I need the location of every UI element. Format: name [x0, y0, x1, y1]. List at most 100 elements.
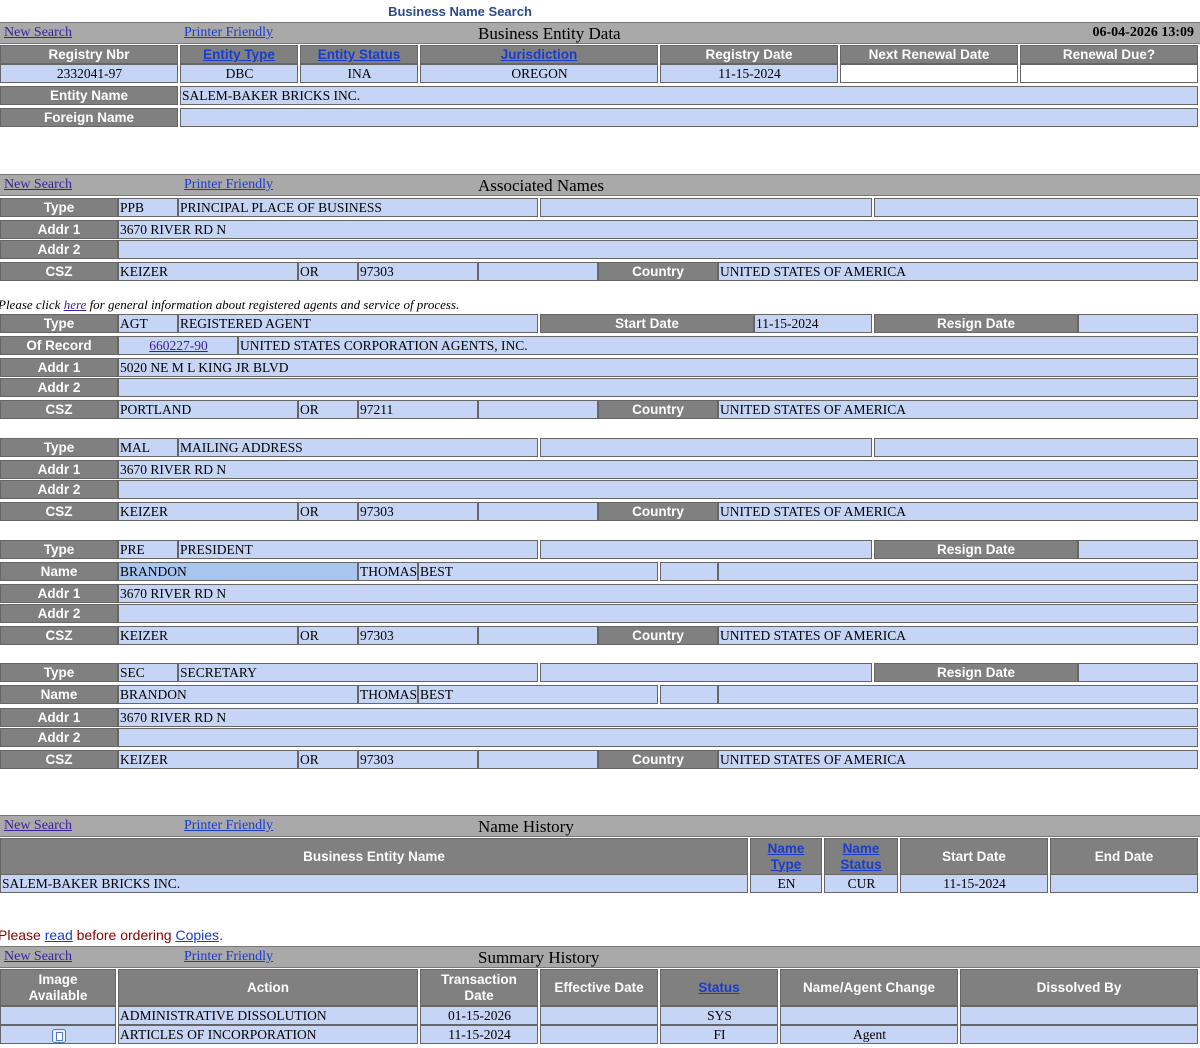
addr2	[118, 240, 1198, 259]
jurisdiction-header[interactable]: Jurisdiction	[420, 45, 658, 64]
status: FI	[660, 1025, 778, 1044]
transaction-date: 01-15-2026	[420, 1006, 538, 1025]
agent-info-here-link[interactable]: here	[64, 297, 87, 312]
last-name: BEST	[418, 685, 658, 704]
suffix	[660, 562, 718, 581]
name-type-code: SEC	[118, 663, 178, 682]
name-type-header[interactable]: Name Type	[750, 838, 822, 875]
country-label: Country	[598, 502, 718, 521]
resign-date	[1078, 663, 1198, 682]
image-available[interactable]	[0, 1025, 116, 1044]
name-type-code: PRE	[118, 540, 178, 559]
history-end-date	[1050, 874, 1198, 893]
copies-link[interactable]: Copies	[175, 927, 219, 943]
last-name: BEST	[418, 562, 658, 581]
printer-friendly-link[interactable]: Printer Friendly	[184, 949, 273, 965]
addr2-label: Addr 2	[0, 480, 118, 499]
name-status-header[interactable]: Name Status	[824, 838, 898, 875]
name-history-header-row: Business Entity Name Name Type Name Status…	[0, 838, 1200, 876]
agent-record-link[interactable]: 660227-90	[149, 338, 208, 353]
section-title: Summary History	[478, 948, 600, 967]
addr2	[118, 480, 1198, 499]
timestamp: 06-04-2026 13:09	[1092, 25, 1195, 40]
printer-friendly-link[interactable]: Printer Friendly	[184, 25, 273, 41]
empty-cell	[874, 198, 1198, 217]
read-link[interactable]: read	[45, 927, 73, 943]
csz-label: CSZ	[0, 400, 118, 419]
new-search-link[interactable]: New Search	[4, 949, 72, 965]
new-search-link[interactable]: New Search	[4, 818, 72, 834]
addr2-label: Addr 2	[0, 604, 118, 623]
addr1-label: Addr 1	[0, 584, 118, 603]
entity-type-header[interactable]: Entity Type	[180, 45, 298, 64]
business-name-search-link[interactable]: Business Name Search	[0, 4, 920, 19]
csz-label: CSZ	[0, 502, 118, 521]
country-label: Country	[598, 400, 718, 419]
summary-history-bar: New Search Printer Friendly Summary Hist…	[0, 946, 1200, 968]
middle-name: THOMAS	[358, 562, 418, 581]
registry-nbr: 2332041-97	[0, 64, 178, 83]
transaction-date-header: Transaction Date	[420, 969, 538, 1006]
start-date-header: Start Date	[900, 838, 1048, 875]
new-search-link[interactable]: New Search	[4, 25, 72, 41]
resign-date	[1078, 540, 1198, 559]
addr1: 3670 RIVER RD N	[118, 460, 1198, 479]
jurisdiction: OREGON	[420, 64, 658, 83]
state: OR	[298, 400, 358, 419]
state: OR	[298, 262, 358, 281]
zip: 97303	[358, 626, 478, 645]
addr1: 3670 RIVER RD N	[118, 584, 1198, 603]
zip: 97303	[358, 502, 478, 521]
empty-cell	[478, 262, 598, 281]
state: OR	[298, 626, 358, 645]
empty-cell	[718, 562, 1198, 581]
type-label: Type	[0, 438, 118, 457]
entity-status-header[interactable]: Entity Status	[300, 45, 418, 64]
addr2-label: Addr 2	[0, 240, 118, 259]
section-title: Business Entity Data	[478, 24, 621, 43]
status: SYS	[660, 1006, 778, 1025]
status-header[interactable]: Status	[660, 969, 778, 1006]
printer-friendly-link[interactable]: Printer Friendly	[184, 818, 273, 834]
name-agent-change	[780, 1006, 958, 1025]
empty-cell	[478, 626, 598, 645]
entity-header-row: Registry Nbr Entity Type Entity Status J…	[0, 45, 1200, 65]
resign-date-label: Resign Date	[874, 663, 1078, 682]
middle-name: THOMAS	[358, 685, 418, 704]
city: KEIZER	[118, 626, 298, 645]
addr1-label: Addr 1	[0, 220, 118, 239]
zip: 97303	[358, 262, 478, 281]
name-agent-change-header: Name/Agent Change	[780, 969, 958, 1006]
addr2	[118, 378, 1198, 397]
effective-date-header: Effective Date	[540, 969, 658, 1006]
document-icon[interactable]	[51, 1028, 66, 1043]
registry-date: 11-15-2024	[660, 64, 838, 83]
pre-type-row: Type PRE PRESIDENT Resign Date	[0, 540, 1200, 560]
name-history-bar: New Search Printer Friendly Name History	[0, 815, 1200, 837]
new-search-link[interactable]: New Search	[4, 177, 72, 193]
addr1-label: Addr 1	[0, 358, 118, 377]
name-type-desc: PRINCIPAL PLACE OF BUSINESS	[178, 198, 538, 217]
empty-cell	[540, 540, 872, 559]
renewal-due	[1020, 64, 1198, 83]
agent-record-nbr[interactable]: 660227-90	[118, 336, 238, 355]
name-label: Name	[0, 562, 118, 581]
state: OR	[298, 502, 358, 521]
empty-cell	[540, 663, 872, 682]
entity-data-bar: New Search Printer Friendly Business Ent…	[0, 22, 1200, 44]
first-name: BRANDON	[118, 685, 358, 704]
history-start-date: 11-15-2024	[900, 874, 1048, 893]
type-label: Type	[0, 198, 118, 217]
mal-type-row: Type MAL MAILING ADDRESS	[0, 438, 1200, 458]
country: UNITED STATES OF AMERICA	[718, 626, 1198, 645]
table-row: ADMINISTRATIVE DISSOLUTION 01-15-2026 SY…	[0, 1006, 1200, 1026]
name-type-desc: SECRETARY	[178, 663, 538, 682]
entity-values-row: 2332041-97 DBC INA OREGON 11-15-2024	[0, 64, 1200, 84]
suffix	[660, 685, 718, 704]
resign-date	[1078, 314, 1198, 333]
addr2	[118, 604, 1198, 623]
addr1: 3670 RIVER RD N	[118, 220, 1198, 239]
country: UNITED STATES OF AMERICA	[718, 400, 1198, 419]
agent-record-name: UNITED STATES CORPORATION AGENTS, INC.	[238, 336, 1198, 355]
printer-friendly-link[interactable]: Printer Friendly	[184, 177, 273, 193]
